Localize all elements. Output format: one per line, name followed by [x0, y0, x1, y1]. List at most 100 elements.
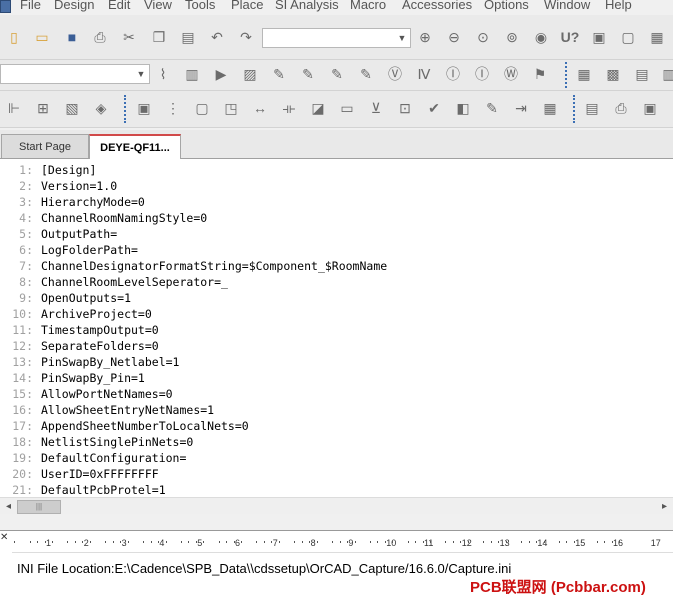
- line-number: 8:: [19, 275, 33, 289]
- open-icon[interactable]: ▭: [32, 27, 52, 47]
- undo-icon[interactable]: ↶: [207, 27, 227, 47]
- cut-icon[interactable]: ✂: [119, 27, 139, 47]
- hier-icon[interactable]: ◳: [221, 98, 241, 118]
- ruler-dot: [233, 541, 235, 543]
- scroll-thumb[interactable]: |||: [17, 500, 61, 514]
- window-icon[interactable]: ▣: [640, 98, 660, 118]
- run-icon[interactable]: ▶: [211, 64, 231, 84]
- iv-marker-icon[interactable]: Ⅳ: [414, 64, 434, 84]
- power-icon[interactable]: ✎: [327, 64, 347, 84]
- bus-icon[interactable]: ▧: [62, 98, 82, 118]
- editor-line: 13: PinSwapBy_Netlabel=1: [0, 355, 673, 371]
- zoom-in-icon[interactable]: ⊕: [415, 27, 435, 47]
- zoom-out-icon[interactable]: ⊖: [444, 27, 464, 47]
- menu-si-analysis[interactable]: SI Analysis: [275, 0, 339, 12]
- place-netgroup-icon[interactable]: ◧: [453, 98, 473, 118]
- menu-view[interactable]: View: [144, 0, 172, 12]
- w-marker-icon[interactable]: Ⓦ: [501, 64, 521, 84]
- ruler-dot: [294, 541, 296, 543]
- current-icon[interactable]: ✎: [298, 64, 318, 84]
- place-noconnect-icon[interactable]: ⊻: [366, 98, 386, 118]
- line-number: 2:: [19, 179, 33, 193]
- print-icon[interactable]: ⎙: [90, 27, 110, 47]
- copy-icon[interactable]: ❐: [149, 27, 169, 47]
- voltage-icon[interactable]: ✎: [269, 64, 289, 84]
- tab-start-page[interactable]: Start Page: [1, 134, 89, 158]
- scroll-left-icon[interactable]: ◂: [0, 498, 17, 515]
- pin-icon[interactable]: ↔: [250, 98, 270, 118]
- waveform-icon[interactable]: ⌇: [153, 64, 173, 84]
- zoom-all-icon[interactable]: ⊚: [502, 27, 522, 47]
- chevron-down-icon[interactable]: ▼: [134, 66, 148, 82]
- editor-line: 6: LogFolderPath=: [0, 243, 673, 259]
- line-number: 13:: [12, 355, 33, 369]
- place-busentry-icon[interactable]: ✔: [424, 98, 444, 118]
- paste-icon[interactable]: ▤: [178, 27, 198, 47]
- menu-macro[interactable]: Macro: [350, 0, 386, 12]
- ruler-dot: [347, 541, 349, 543]
- new-icon[interactable]: ▯: [4, 27, 24, 47]
- horizontal-scrollbar[interactable]: ◂ ||| ▸: [0, 497, 673, 515]
- view-icon[interactable]: ◉: [531, 27, 551, 47]
- part-icon[interactable]: ⊩: [4, 98, 24, 118]
- probe-icon[interactable]: ▥: [182, 64, 202, 84]
- annotate-icon[interactable]: ▣: [589, 27, 609, 47]
- close-icon[interactable]: ✕: [0, 532, 8, 543]
- place-power-icon[interactable]: ▭: [337, 98, 357, 118]
- menu-window[interactable]: Window: [544, 0, 590, 12]
- menu-options[interactable]: Options: [484, 0, 529, 12]
- menu-file[interactable]: File: [20, 0, 41, 12]
- toolbar-separator: [124, 95, 129, 123]
- menu-help[interactable]: Help: [605, 0, 632, 12]
- menu-place[interactable]: Place: [231, 0, 264, 12]
- gnd-icon[interactable]: ▣: [134, 98, 154, 118]
- menu-design[interactable]: Design: [54, 0, 94, 12]
- zoom-area-icon[interactable]: ⊙: [473, 27, 493, 47]
- place-arrow-icon[interactable]: ⇥: [511, 98, 531, 118]
- print-preview-icon[interactable]: ⎙: [611, 98, 631, 118]
- line-number: 10:: [12, 307, 33, 321]
- more-icon[interactable]: ▥: [659, 64, 673, 84]
- net-alias-icon[interactable]: ◈: [91, 98, 111, 118]
- wire-icon[interactable]: ⊞: [33, 98, 53, 118]
- place-gnd-icon[interactable]: ◪: [308, 98, 328, 118]
- netlist-icon[interactable]: ▢: [618, 27, 638, 47]
- bom-icon[interactable]: ▦: [647, 27, 667, 47]
- v-marker-icon[interactable]: Ⓥ: [385, 64, 405, 84]
- menu-tools[interactable]: Tools: [185, 0, 215, 12]
- diff-marker-icon[interactable]: ✎: [356, 64, 376, 84]
- ruler-dot: [188, 541, 190, 543]
- update-icon[interactable]: ▤: [582, 98, 602, 118]
- u7-icon[interactable]: U?: [560, 27, 580, 47]
- place-junction-icon[interactable]: ⊡: [395, 98, 415, 118]
- editor-line: 5: OutputPath=: [0, 227, 673, 243]
- tab-deye-qf11[interactable]: DEYE-QF11...: [89, 134, 181, 160]
- chevron-down-icon[interactable]: ▼: [395, 30, 409, 46]
- redo-icon[interactable]: ↷: [236, 27, 256, 47]
- save-icon[interactable]: ■: [62, 27, 82, 47]
- offpage-icon[interactable]: ▢: [192, 98, 212, 118]
- profile-combo[interactable]: ▼: [0, 64, 150, 84]
- menu-accessories[interactable]: Accessories: [402, 0, 472, 12]
- search-combo[interactable]: ▼: [262, 28, 411, 48]
- ruler-dot: [619, 541, 621, 543]
- text-editor[interactable]: 1: [Design] 2: Version=1.0 3: HierarchyMode=0…: [0, 159, 673, 497]
- place-line-icon[interactable]: ✎: [482, 98, 502, 118]
- scroll-right-icon[interactable]: ▸: [656, 498, 673, 515]
- report-icon[interactable]: ▤: [632, 64, 652, 84]
- panel-splitter[interactable]: [0, 514, 673, 530]
- i2-marker-icon[interactable]: Ⓘ: [472, 64, 492, 84]
- layout-icon[interactable]: ▦: [574, 64, 594, 84]
- marker-flag-icon[interactable]: ⚑: [530, 64, 550, 84]
- menu-edit[interactable]: Edit: [108, 0, 130, 12]
- ruler-dot: [263, 541, 265, 543]
- text-icon[interactable]: ⟛: [279, 98, 299, 118]
- ruler-dot: [105, 541, 107, 543]
- i-marker-icon[interactable]: Ⓘ: [443, 64, 463, 84]
- pcb-icon[interactable]: ▩: [603, 64, 623, 84]
- ruler-dot: [301, 541, 303, 543]
- sim-icon[interactable]: ▨: [240, 64, 260, 84]
- line-text: OpenOutputs=1: [41, 291, 132, 305]
- port-icon[interactable]: ⋮: [163, 98, 183, 118]
- place-image-icon[interactable]: ▦: [540, 98, 560, 118]
